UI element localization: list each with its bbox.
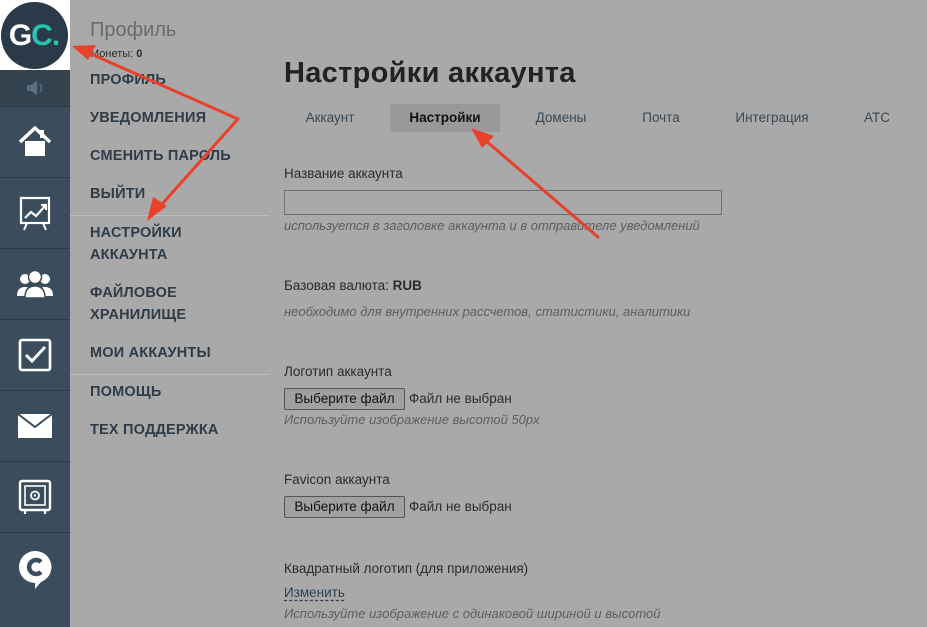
icon-rail: GC.	[0, 0, 70, 627]
favicon-file-status: Файл не выбран	[409, 499, 512, 514]
logo-letter-g: G	[8, 18, 32, 52]
logo-dot: .	[51, 18, 61, 52]
account-name-label: Название аккаунта	[284, 166, 403, 181]
menu-item-tech-support[interactable]: ТЕХ ПОДДЕРЖКА	[90, 419, 219, 441]
menu-item-help[interactable]: ПОМОЩЬ	[90, 381, 161, 403]
coins-value: 0	[136, 48, 143, 60]
speaker-icon[interactable]	[0, 70, 70, 106]
menu-divider	[70, 215, 270, 216]
main-content: Настройки аккаунта Аккаунт Настройки Дом…	[270, 0, 927, 627]
home-icon[interactable]	[0, 106, 70, 176]
logo-file-status: Файл не выбран	[409, 391, 512, 406]
tab-settings[interactable]: Настройки	[390, 104, 500, 132]
menu-title: Профиль	[90, 19, 177, 41]
logo-letter-c: C	[31, 18, 53, 52]
favicon-file-button[interactable]: Выберите файл	[284, 496, 405, 518]
change-square-logo-link[interactable]: Изменить	[284, 585, 345, 600]
account-name-input[interactable]	[284, 190, 722, 215]
logo-hint: Используйте изображение высотой 50px	[284, 412, 540, 427]
profile-menu: Профиль Монеты: 0 ПРОФИЛЬ УВЕДОМЛЕНИЯ СМ…	[70, 0, 270, 627]
menu-item-file-storage[interactable]: ФАЙЛОВОЕ ХРАНИЛИЩЕ	[90, 282, 186, 326]
menu-item-notifications[interactable]: УВЕДОМЛЕНИЯ	[90, 107, 206, 129]
logo-file-button[interactable]: Выберите файл	[284, 388, 405, 410]
tab-mail[interactable]: Почта	[622, 104, 700, 132]
square-logo-label: Квадратный логотип (для приложения)	[284, 561, 529, 576]
chart-board-icon[interactable]	[0, 177, 70, 247]
logo-label: Логотип аккаунта	[284, 364, 392, 379]
logo-container: GC.	[0, 0, 70, 70]
square-logo-hint: Используйте изображение с одинаковой шир…	[284, 606, 661, 621]
coins-label: Монеты:	[90, 48, 134, 60]
checkbox-icon[interactable]	[0, 319, 70, 389]
tab-domains[interactable]: Домены	[514, 104, 608, 132]
account-name-hint: используется в заголовке аккаунта и в от…	[284, 218, 700, 233]
currency-value: RUB	[392, 278, 422, 293]
menu-item-account-settings[interactable]: НАСТРОЙКИ АККАУНТА	[90, 222, 182, 266]
menu-item-logout[interactable]: ВЫЙТИ	[90, 183, 145, 205]
menu-item-my-accounts[interactable]: МОИ АККАУНТЫ	[90, 342, 211, 364]
currency-hint: необходимо для внутренних рассчетов, ста…	[284, 304, 691, 319]
currency-label: Базовая валюта:	[284, 278, 389, 293]
mail-icon[interactable]	[0, 390, 70, 460]
favicon-label: Favicon аккаунта	[284, 472, 390, 487]
chat-c-icon[interactable]	[0, 532, 70, 604]
menu-divider	[70, 374, 270, 375]
users-icon[interactable]	[0, 248, 70, 318]
menu-item-profile[interactable]: ПРОФИЛЬ	[90, 69, 166, 91]
page-title: Настройки аккаунта	[284, 57, 576, 89]
settings-tabs: Аккаунт Настройки Домены Почта Интеграци…	[284, 104, 927, 132]
menu-item-change-password[interactable]: СМЕНИТЬ ПАРОЛЬ	[90, 145, 231, 167]
tab-integration[interactable]: Интеграция	[714, 104, 830, 132]
tab-ats[interactable]: АТС	[844, 104, 910, 132]
gc-logo[interactable]: GC.	[1, 2, 68, 69]
currency-field: Базовая валюта: RUB	[284, 278, 422, 293]
tab-account[interactable]: Аккаунт	[284, 104, 376, 132]
coins-counter: Монеты: 0	[90, 48, 142, 60]
safe-icon[interactable]	[0, 461, 70, 531]
